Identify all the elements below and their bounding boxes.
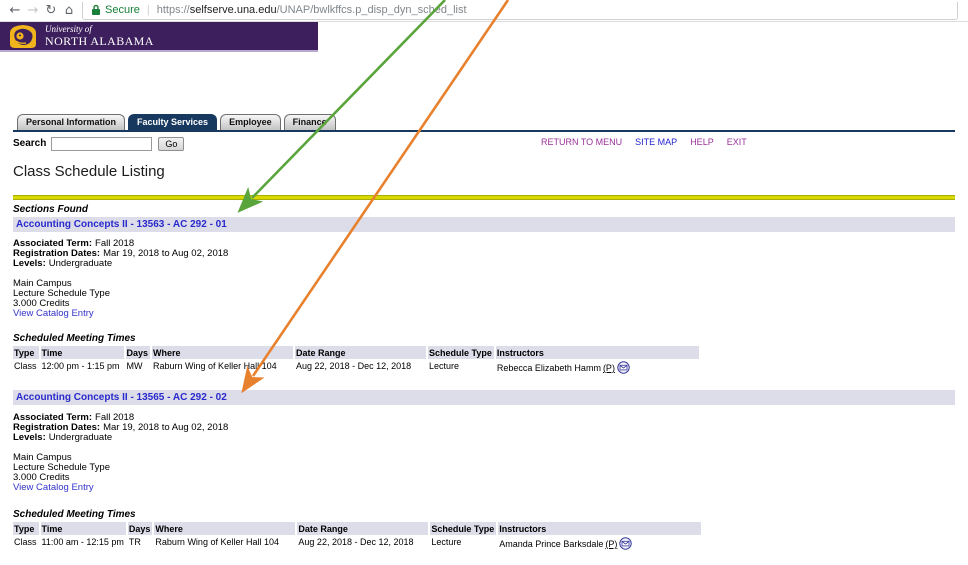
- una-lion-logo: [8, 23, 38, 49]
- levels: Levels:Undergraduate: [13, 259, 968, 269]
- utility-links: RETURN TO MENU SITE MAP HELP EXIT: [541, 137, 747, 147]
- campus: Main Campus: [13, 279, 968, 289]
- meeting-times-table: Type Time Days Where Date Range Schedule…: [11, 346, 701, 374]
- omnibox-separator: |: [147, 4, 150, 16]
- help-link[interactable]: HELP: [690, 137, 714, 147]
- exit-link[interactable]: EXIT: [727, 137, 747, 147]
- home-icon[interactable]: ⌂: [60, 2, 78, 20]
- view-catalog-entry-link[interactable]: View Catalog Entry: [13, 482, 94, 493]
- registration-dates: Registration Dates:Mar 19, 2018 to Aug 0…: [13, 423, 968, 433]
- course-attributes: Main Campus Lecture Schedule Type 3.000 …: [13, 453, 968, 493]
- meeting-times-table: Type Time Days Where Date Range Schedule…: [11, 522, 703, 550]
- tab-faculty-services[interactable]: Faculty Services: [128, 114, 217, 130]
- course-details: Associated Term:Fall 2018 Registration D…: [13, 239, 968, 269]
- campus: Main Campus: [13, 453, 968, 463]
- view-catalog-entry-link[interactable]: View Catalog Entry: [13, 308, 94, 319]
- primary-instructor-link[interactable]: (P): [605, 539, 617, 549]
- university-name: University of NORTH ALABAMA: [45, 25, 154, 47]
- course-section: Accounting Concepts II - 13563 - AC 292 …: [0, 217, 968, 374]
- reload-icon[interactable]: ↻: [42, 2, 60, 20]
- schedule-type-line: Lecture Schedule Type: [13, 463, 968, 473]
- table-header-row: Type Time Days Where Date Range Schedule…: [13, 346, 699, 359]
- search-label: Search: [13, 138, 46, 149]
- credits-line: 3.000 Credits: [13, 299, 968, 309]
- go-button[interactable]: Go: [158, 137, 184, 151]
- email-icon[interactable]: [617, 361, 630, 374]
- email-icon[interactable]: [619, 537, 632, 550]
- address-bar[interactable]: Secure | https://selfserve.una.edu/UNAP/…: [82, 2, 958, 20]
- back-icon[interactable]: ←: [6, 2, 24, 20]
- return-to-menu-link[interactable]: RETURN TO MENU: [541, 137, 622, 147]
- meeting-row: Class 12:00 pm - 1:15 pm MW Raburn Wing …: [13, 359, 699, 374]
- university-banner: University of NORTH ALABAMA: [0, 22, 318, 52]
- primary-instructor-link[interactable]: (P): [603, 363, 615, 373]
- site-map-link[interactable]: SITE MAP: [635, 137, 677, 147]
- secure-label: Secure: [105, 4, 140, 16]
- browser-toolbar: ← → ↻ ⌂ Secure | https://selfserve.una.e…: [0, 0, 968, 22]
- page-title: Class Schedule Listing: [13, 163, 968, 180]
- scheduled-meeting-times-label: Scheduled Meeting Times: [13, 509, 968, 520]
- instructor-name: Rebecca Elizabeth Hamm: [497, 363, 601, 373]
- tab-employee[interactable]: Employee: [220, 114, 281, 130]
- tab-underline: [13, 130, 955, 132]
- instructor-name: Amanda Prince Barksdale: [499, 539, 603, 549]
- divider-rule: [13, 195, 955, 200]
- course-details: Associated Term:Fall 2018 Registration D…: [13, 413, 968, 443]
- course-title-bar: Accounting Concepts II - 13565 - AC 292 …: [13, 390, 955, 405]
- course-title-link[interactable]: Accounting Concepts II - 13565 - AC 292 …: [16, 392, 227, 403]
- course-title-bar: Accounting Concepts II - 13563 - AC 292 …: [13, 217, 955, 232]
- tab-personal-information[interactable]: Personal Information: [17, 114, 125, 130]
- scheduled-meeting-times-label: Scheduled Meeting Times: [13, 333, 968, 344]
- url-text: https://selfserve.una.edu/UNAP/bwlkffcs.…: [157, 4, 467, 16]
- levels: Levels:Undergraduate: [13, 433, 968, 443]
- credits-line: 3.000 Credits: [13, 473, 968, 483]
- course-section: Accounting Concepts II - 13565 - AC 292 …: [0, 390, 968, 550]
- registration-dates: Registration Dates:Mar 19, 2018 to Aug 0…: [13, 249, 968, 259]
- table-header-row: Type Time Days Where Date Range Schedule…: [13, 522, 701, 535]
- search-input[interactable]: [51, 137, 152, 151]
- sections-found-label: Sections Found: [13, 204, 968, 215]
- tab-finance[interactable]: Finance: [284, 114, 336, 130]
- course-title-link[interactable]: Accounting Concepts II - 13563 - AC 292 …: [16, 219, 227, 230]
- menu-tabs: Personal Information Faculty Services Em…: [17, 114, 968, 130]
- meeting-row: Class 11:00 am - 12:15 pm TR Raburn Wing…: [13, 535, 701, 550]
- padlock-icon: [91, 4, 101, 16]
- forward-icon[interactable]: →: [24, 2, 42, 20]
- search-row: Search Go RETURN TO MENU SITE MAP HELP E…: [13, 135, 955, 152]
- schedule-type-line: Lecture Schedule Type: [13, 289, 968, 299]
- course-attributes: Main Campus Lecture Schedule Type 3.000 …: [13, 279, 968, 319]
